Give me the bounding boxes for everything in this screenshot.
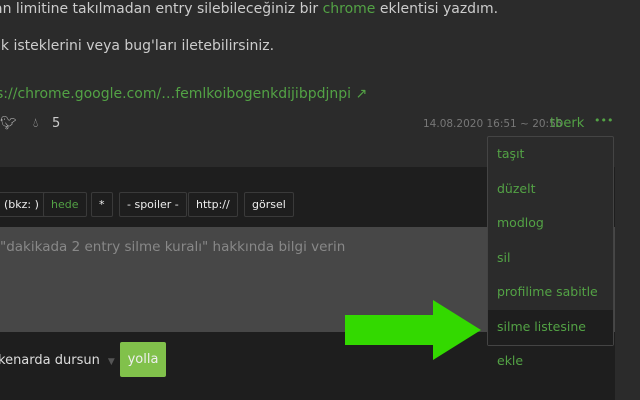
arrow-annotation <box>345 300 481 360</box>
arrow-icon <box>345 300 481 360</box>
